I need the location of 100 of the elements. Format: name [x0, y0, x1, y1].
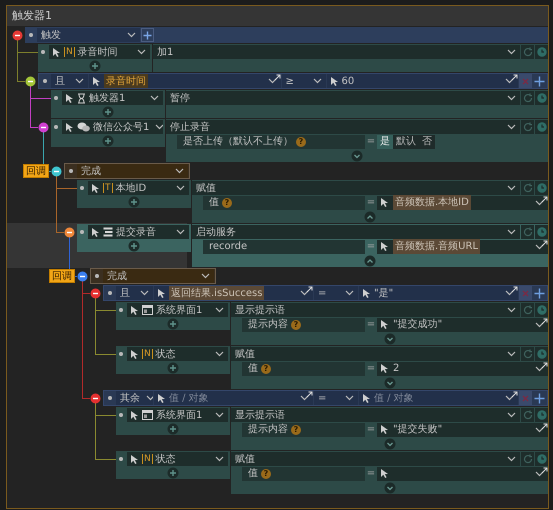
help-icon[interactable]: ?: [261, 364, 271, 374]
collapse-dot-icon[interactable]: [77, 271, 88, 282]
method-dropdown[interactable]: 停止录音: [166, 120, 520, 134]
target-dropdown[interactable]: 系统界面1: [127, 408, 228, 422]
callback-dropdown[interactable]: 完成: [103, 269, 214, 283]
target-dropdown[interactable]: 系统界面1: [127, 303, 228, 317]
handle-icon[interactable]: [54, 125, 58, 129]
operand-field[interactable]: 60: [326, 74, 518, 88]
value-field[interactable]: 2: [377, 362, 548, 376]
handle-icon[interactable]: [119, 308, 123, 312]
method-dropdown[interactable]: 显示提示语: [231, 408, 520, 422]
method-dropdown[interactable]: 暂停: [166, 91, 520, 105]
corner-arrow-icon[interactable]: [306, 286, 313, 293]
corner-arrow-icon[interactable]: [511, 286, 518, 293]
compare-dropdown[interactable]: =: [314, 286, 358, 300]
target-dropdown[interactable]: 触发器1: [62, 91, 163, 105]
handle-icon[interactable]: [41, 50, 45, 54]
add-circle-button[interactable]: [102, 106, 114, 118]
expand-button[interactable]: [384, 332, 396, 344]
corner-arrow-icon[interactable]: [541, 240, 548, 246]
value-field[interactable]: "提交失败": [377, 422, 548, 436]
target-dropdown[interactable]: 微信公众号1: [62, 120, 163, 134]
help-icon[interactable]: ?: [291, 320, 301, 330]
add-button[interactable]: [533, 286, 546, 300]
handle-icon[interactable]: [108, 396, 112, 400]
expand-button[interactable]: [384, 438, 396, 450]
handle-icon[interactable]: [119, 457, 123, 461]
help-icon[interactable]: ?: [291, 424, 301, 434]
clock-button[interactable]: [535, 45, 548, 59]
value-field[interactable]: 音频数据.音频URL: [377, 240, 548, 254]
add-circle-button[interactable]: [128, 240, 140, 252]
collapse-dot-icon[interactable]: [51, 166, 62, 177]
collapse-dot-icon[interactable]: [90, 288, 101, 299]
operator-dropdown[interactable]: 且: [51, 74, 88, 88]
operand-field[interactable]: 录音时间: [89, 74, 280, 88]
handle-icon[interactable]: [119, 352, 123, 356]
help-icon[interactable]: ?: [261, 468, 271, 478]
add-circle-button[interactable]: [167, 362, 179, 374]
collapse-dot-icon[interactable]: [25, 76, 36, 87]
corner-arrow-icon[interactable]: [541, 466, 548, 474]
clock-button[interactable]: [535, 120, 548, 134]
method-dropdown[interactable]: 赋值: [231, 347, 520, 361]
add-circle-button[interactable]: [89, 60, 101, 72]
handle-icon[interactable]: [43, 79, 47, 83]
method-dropdown[interactable]: 显示提示语: [231, 303, 520, 317]
operand-field[interactable]: 值 / 对象: [359, 391, 518, 405]
handle-icon[interactable]: [80, 230, 84, 234]
add-button[interactable]: [533, 391, 546, 405]
value-field[interactable]: [377, 466, 548, 480]
method-dropdown[interactable]: 加1: [153, 45, 520, 59]
target-dropdown[interactable]: 提交录音: [88, 225, 189, 239]
toggle-option[interactable]: 否: [419, 134, 435, 148]
handle-icon[interactable]: [80, 186, 84, 190]
add-circle-button[interactable]: [128, 196, 140, 208]
toggle-option[interactable]: 是: [377, 134, 393, 148]
collapse-button[interactable]: [364, 210, 376, 222]
corner-arrow-icon[interactable]: [511, 74, 518, 81]
target-dropdown[interactable]: T 本地ID: [88, 181, 189, 195]
toggle-option[interactable]: 默认: [393, 134, 419, 148]
corner-arrow-icon[interactable]: [306, 391, 313, 398]
corner-arrow-icon[interactable]: [541, 362, 548, 368]
expand-button[interactable]: [351, 150, 363, 162]
collapse-button[interactable]: [364, 254, 376, 266]
target-dropdown[interactable]: N 录音时间: [49, 45, 150, 59]
add-circle-button[interactable]: [167, 422, 179, 434]
add-circle-button[interactable]: [102, 134, 114, 146]
operator-dropdown[interactable]: 其余: [116, 391, 153, 405]
event-dropdown[interactable]: 触发: [37, 28, 140, 42]
method-dropdown[interactable]: 启动服务: [192, 225, 520, 239]
add-button[interactable]: [533, 74, 546, 88]
method-dropdown[interactable]: 赋值: [192, 181, 520, 195]
corner-arrow-icon[interactable]: [541, 318, 548, 324]
handle-icon[interactable]: [108, 291, 112, 295]
collapse-dot-icon[interactable]: [64, 227, 75, 238]
add-circle-button[interactable]: [167, 466, 179, 478]
collapse-dot-icon[interactable]: [38, 122, 49, 133]
add-button[interactable]: [141, 28, 154, 42]
handle-icon[interactable]: [69, 169, 73, 173]
target-dropdown[interactable]: N 状态: [127, 347, 228, 361]
help-icon[interactable]: ?: [222, 198, 232, 208]
corner-arrow-icon[interactable]: [274, 74, 280, 81]
operand-field[interactable]: "是": [359, 286, 518, 300]
corner-arrow-icon[interactable]: [511, 391, 518, 398]
help-icon[interactable]: ?: [296, 136, 306, 146]
value-field[interactable]: "提交成功": [377, 318, 548, 332]
corner-arrow-icon[interactable]: [541, 422, 548, 430]
operand-field[interactable]: 值 / 对象: [154, 391, 313, 405]
add-circle-button[interactable]: [167, 318, 179, 330]
clock-button[interactable]: [535, 91, 548, 105]
callback-dropdown[interactable]: 完成: [77, 164, 188, 178]
handle-icon[interactable]: [119, 413, 123, 417]
handle-icon[interactable]: [54, 96, 58, 100]
handle-icon[interactable]: [95, 274, 99, 278]
handle-icon[interactable]: [29, 33, 33, 37]
operator-dropdown[interactable]: 且: [116, 286, 153, 300]
collapse-dot-icon[interactable]: [90, 393, 101, 404]
collapse-dot-icon[interactable]: [12, 30, 23, 41]
corner-arrow-icon[interactable]: [541, 196, 548, 202]
expand-button[interactable]: [384, 376, 396, 388]
method-dropdown[interactable]: 赋值: [231, 452, 520, 466]
